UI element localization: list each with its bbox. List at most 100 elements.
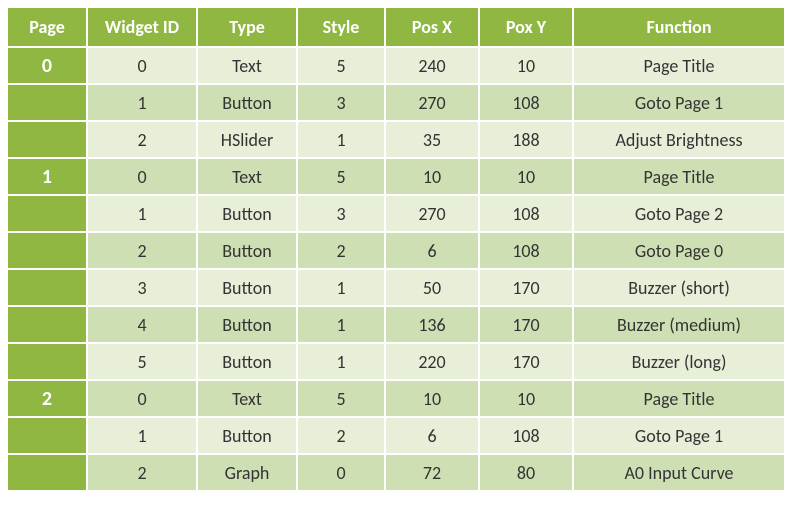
header-row: Page Widget ID Type Style Pos X Pox Y Fu… (7, 7, 785, 47)
cell-style: 5 (297, 47, 385, 84)
cell-style: 1 (297, 269, 385, 306)
table-row: 2 HSlider 1 35 188 Adjust Brightness (7, 121, 785, 158)
cell-style: 1 (297, 306, 385, 343)
table-row: 1 Button 2 6 108 Goto Page 1 (7, 417, 785, 454)
cell-widget-id: 1 (87, 417, 197, 454)
cell-widget-id: 2 (87, 232, 197, 269)
cell-function: Page Title (573, 47, 785, 84)
cell-pos-x: 35 (385, 121, 479, 158)
cell-widget-id: 0 (87, 380, 197, 417)
cell-page (7, 84, 87, 121)
table-body: 0 0 Text 5 240 10 Page Title 1 Button 3 … (7, 47, 785, 491)
cell-pos-x: 136 (385, 306, 479, 343)
cell-pos-y: 10 (479, 158, 573, 195)
cell-pos-y: 80 (479, 454, 573, 491)
cell-function: Goto Page 1 (573, 417, 785, 454)
col-widget-id: Widget ID (87, 7, 197, 47)
cell-type: Button (197, 417, 297, 454)
cell-function: Buzzer (short) (573, 269, 785, 306)
col-style: Style (297, 7, 385, 47)
cell-widget-id: 5 (87, 343, 197, 380)
cell-style: 0 (297, 454, 385, 491)
cell-function: Goto Page 1 (573, 84, 785, 121)
cell-widget-id: 1 (87, 84, 197, 121)
cell-page (7, 121, 87, 158)
col-pos-y: Pox Y (479, 7, 573, 47)
cell-function: A0 Input Curve (573, 454, 785, 491)
cell-page (7, 454, 87, 491)
cell-pos-x: 6 (385, 417, 479, 454)
cell-pos-x: 72 (385, 454, 479, 491)
cell-pos-y: 108 (479, 417, 573, 454)
cell-pos-y: 170 (479, 343, 573, 380)
cell-type: Button (197, 269, 297, 306)
cell-page (7, 195, 87, 232)
table-row: 5 Button 1 220 170 Buzzer (long) (7, 343, 785, 380)
cell-type: Text (197, 158, 297, 195)
cell-style: 5 (297, 380, 385, 417)
cell-page (7, 232, 87, 269)
cell-pos-x: 10 (385, 158, 479, 195)
cell-pos-y: 170 (479, 306, 573, 343)
cell-type: Button (197, 343, 297, 380)
cell-style: 2 (297, 417, 385, 454)
cell-style: 2 (297, 232, 385, 269)
cell-pos-x: 6 (385, 232, 479, 269)
cell-function: Buzzer (medium) (573, 306, 785, 343)
cell-widget-id: 2 (87, 454, 197, 491)
cell-page (7, 343, 87, 380)
col-type: Type (197, 7, 297, 47)
cell-function: Adjust Brightness (573, 121, 785, 158)
cell-widget-id: 3 (87, 269, 197, 306)
cell-widget-id: 1 (87, 195, 197, 232)
widget-table: Page Widget ID Type Style Pos X Pox Y Fu… (6, 6, 786, 492)
cell-function: Page Title (573, 158, 785, 195)
cell-function: Goto Page 0 (573, 232, 785, 269)
table-row: 2 0 Text 5 10 10 Page Title (7, 380, 785, 417)
cell-function: Page Title (573, 380, 785, 417)
cell-pos-x: 10 (385, 380, 479, 417)
cell-widget-id: 0 (87, 47, 197, 84)
cell-type: Text (197, 47, 297, 84)
cell-pos-x: 270 (385, 195, 479, 232)
table-row: 3 Button 1 50 170 Buzzer (short) (7, 269, 785, 306)
cell-pos-x: 240 (385, 47, 479, 84)
table-row: 2 Button 2 6 108 Goto Page 0 (7, 232, 785, 269)
cell-widget-id: 0 (87, 158, 197, 195)
cell-page (7, 306, 87, 343)
col-pos-x: Pos X (385, 7, 479, 47)
cell-pos-y: 108 (479, 232, 573, 269)
col-page: Page (7, 7, 87, 47)
col-function: Function (573, 7, 785, 47)
cell-style: 1 (297, 343, 385, 380)
table-row: 2 Graph 0 72 80 A0 Input Curve (7, 454, 785, 491)
cell-page: 1 (7, 158, 87, 195)
cell-function: Goto Page 2 (573, 195, 785, 232)
cell-type: Button (197, 306, 297, 343)
cell-type: Button (197, 195, 297, 232)
table-row: 1 0 Text 5 10 10 Page Title (7, 158, 785, 195)
cell-type: Text (197, 380, 297, 417)
table-row: 1 Button 3 270 108 Goto Page 2 (7, 195, 785, 232)
cell-pos-y: 10 (479, 47, 573, 84)
cell-style: 3 (297, 195, 385, 232)
cell-function: Buzzer (long) (573, 343, 785, 380)
cell-style: 5 (297, 158, 385, 195)
cell-style: 3 (297, 84, 385, 121)
cell-pos-x: 220 (385, 343, 479, 380)
cell-pos-x: 270 (385, 84, 479, 121)
cell-page (7, 269, 87, 306)
cell-page: 2 (7, 380, 87, 417)
cell-pos-y: 188 (479, 121, 573, 158)
cell-pos-x: 50 (385, 269, 479, 306)
cell-type: HSlider (197, 121, 297, 158)
cell-type: Button (197, 84, 297, 121)
cell-widget-id: 2 (87, 121, 197, 158)
cell-pos-y: 108 (479, 195, 573, 232)
cell-type: Graph (197, 454, 297, 491)
table-row: 1 Button 3 270 108 Goto Page 1 (7, 84, 785, 121)
cell-pos-y: 170 (479, 269, 573, 306)
table-row: 4 Button 1 136 170 Buzzer (medium) (7, 306, 785, 343)
table-row: 0 0 Text 5 240 10 Page Title (7, 47, 785, 84)
cell-pos-y: 10 (479, 380, 573, 417)
